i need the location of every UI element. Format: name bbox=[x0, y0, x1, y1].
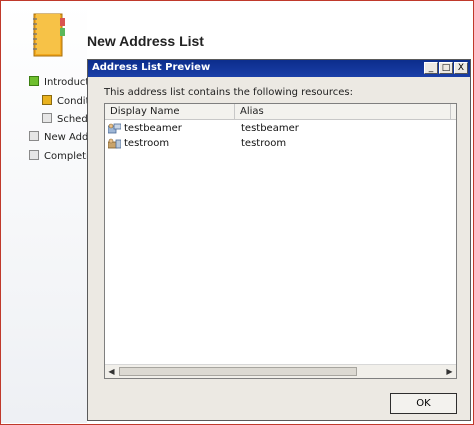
address-list-preview-dialog: Address List Preview _ □ X This address … bbox=[87, 59, 471, 421]
step-new-address-list[interactable]: New Addr bbox=[29, 131, 92, 143]
dialog-titlebar[interactable]: Address List Preview _ □ X bbox=[88, 60, 470, 77]
column-header-spacer bbox=[451, 104, 456, 120]
row-alias: testbeamer bbox=[241, 123, 299, 134]
minimize-button[interactable]: _ bbox=[424, 62, 438, 74]
list-item[interactable]: testbeamer testbeamer bbox=[105, 121, 456, 136]
scrollbar-thumb[interactable] bbox=[119, 367, 357, 376]
scroll-left-icon[interactable]: ◀ bbox=[105, 365, 118, 378]
step-status-icon bbox=[29, 150, 39, 160]
step-label: New Addr bbox=[44, 132, 93, 143]
list-item[interactable]: testroom testroom bbox=[105, 136, 456, 151]
ok-button[interactable]: OK bbox=[390, 393, 457, 414]
horizontal-scrollbar[interactable]: ◀ ▶ bbox=[105, 364, 456, 378]
maximize-button[interactable]: □ bbox=[439, 62, 453, 74]
column-header-alias[interactable]: Alias bbox=[235, 104, 451, 120]
row-display-name: testbeamer bbox=[124, 123, 182, 134]
address-book-icon bbox=[33, 13, 65, 57]
wizard-step-pane bbox=[1, 1, 87, 423]
row-alias: testroom bbox=[241, 138, 287, 149]
wizard-title: New Address List bbox=[87, 33, 204, 49]
step-schedule[interactable]: Sched bbox=[42, 113, 88, 125]
scroll-right-icon[interactable]: ▶ bbox=[443, 365, 456, 378]
step-conditions[interactable]: Conditi bbox=[42, 95, 92, 107]
step-status-icon bbox=[42, 113, 52, 123]
close-button[interactable]: X bbox=[454, 62, 468, 74]
step-status-icon bbox=[29, 76, 39, 86]
step-status-icon bbox=[42, 95, 52, 105]
resource-list[interactable]: Display Name Alias testbeamer testbeamer… bbox=[104, 103, 457, 379]
intro-text: This address list contains the following… bbox=[104, 87, 354, 98]
dialog-title: Address List Preview bbox=[92, 62, 211, 73]
step-status-icon bbox=[29, 131, 39, 141]
row-display-name: testroom bbox=[124, 138, 170, 149]
room-resource-icon bbox=[108, 138, 121, 149]
equipment-resource-icon bbox=[108, 123, 121, 134]
step-label: Sched bbox=[57, 114, 88, 125]
column-header-display-name[interactable]: Display Name bbox=[105, 104, 235, 120]
